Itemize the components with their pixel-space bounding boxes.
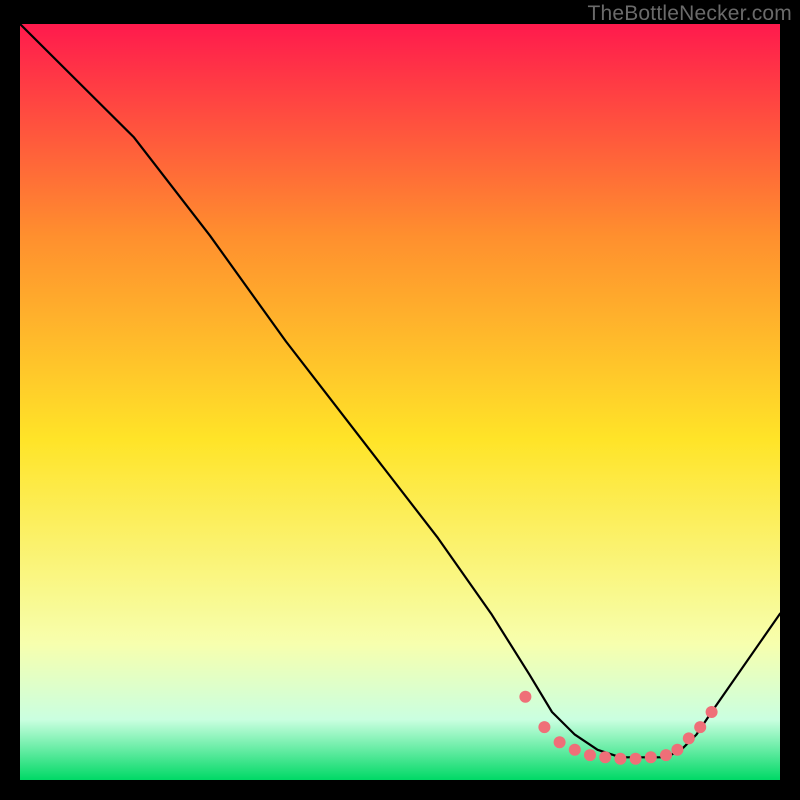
marker-dot [538, 721, 550, 733]
marker-dot [554, 736, 566, 748]
marker-dot [519, 691, 531, 703]
chart-svg [20, 24, 780, 780]
marker-dot [630, 753, 642, 765]
marker-dot [671, 744, 683, 756]
marker-dot [683, 732, 695, 744]
marker-dot [584, 749, 596, 761]
watermark-text: TheBottleNecker.com [587, 2, 792, 26]
marker-dot [569, 744, 581, 756]
marker-dot [645, 751, 657, 763]
marker-dot [706, 706, 718, 718]
marker-dot [660, 749, 672, 761]
chart-area [20, 24, 780, 780]
marker-dot [599, 751, 611, 763]
marker-dot [614, 753, 626, 765]
marker-dot [694, 721, 706, 733]
